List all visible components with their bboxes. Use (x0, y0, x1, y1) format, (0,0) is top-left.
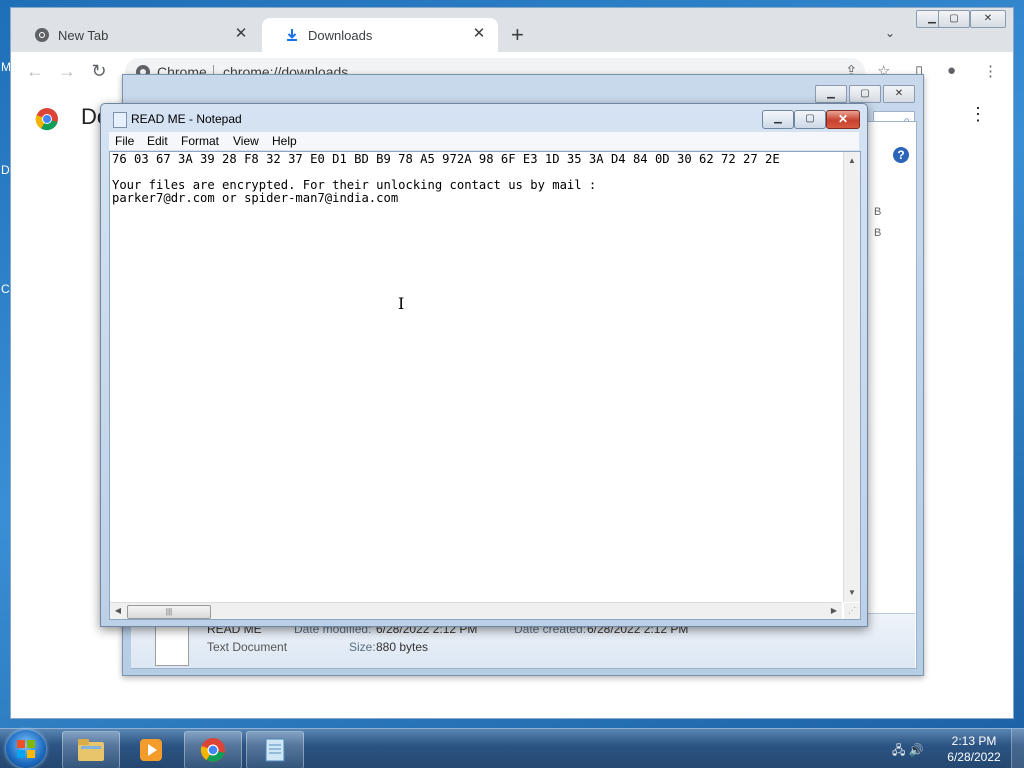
desktop-icon-label[interactable]: C (1, 282, 10, 296)
scroll-down-icon[interactable]: ▼ (844, 586, 860, 600)
show-desktop-button[interactable] (1011, 729, 1024, 768)
explorer-minimize-button[interactable]: ▁ (815, 85, 847, 103)
taskbar-chrome[interactable] (184, 731, 242, 768)
minimize-button[interactable]: ▁ (762, 110, 794, 129)
tab-label: Downloads (308, 28, 373, 43)
notepad-icon (113, 112, 127, 128)
menu-help[interactable]: Help (272, 134, 297, 148)
tray-network-volume-icon[interactable]: 🖧 🔊 (892, 741, 924, 762)
scroll-left-icon[interactable]: ◀ (110, 604, 126, 618)
taskbar-explorer[interactable] (62, 731, 120, 768)
close-tab-icon[interactable]: ✕ (232, 25, 250, 43)
chrome-icon (35, 28, 49, 42)
menu-icon[interactable]: ⋮ (983, 62, 998, 80)
text-cursor-icon: I (398, 294, 405, 313)
document-text[interactable]: 76 03 67 3A 39 28 F8 32 37 E0 D1 BD B9 7… (112, 153, 840, 205)
clock-date[interactable]: 6/28/2022 (944, 750, 1004, 764)
taskbar-notepad[interactable] (246, 731, 304, 768)
more-actions-icon[interactable]: ⋮ (969, 104, 987, 125)
menu-file[interactable]: File (115, 134, 134, 148)
new-tab-button[interactable]: + (511, 24, 524, 46)
menu-format[interactable]: Format (181, 134, 219, 148)
tab-strip: New Tab ✕ Downloads ✕ + ⌄ ▁ ▢ ✕ (11, 8, 1013, 52)
size-label: Size: (349, 640, 376, 654)
forward-icon[interactable]: → (57, 61, 77, 81)
back-icon[interactable]: ← (25, 61, 45, 81)
maximize-button[interactable]: ▢ (938, 10, 970, 28)
maximize-button[interactable]: ▢ (794, 110, 826, 129)
horizontal-scrollbar[interactable]: ◀ ||| ▶ (110, 602, 842, 619)
tab-label: New Tab (58, 28, 109, 43)
taskbar: 🖧 🔊 2:13 PM 6/28/2022 (0, 728, 1024, 768)
file-size: B (874, 206, 882, 218)
menu-edit[interactable]: Edit (147, 134, 168, 148)
text-editor[interactable]: 76 03 67 3A 39 28 F8 32 37 E0 D1 BD B9 7… (109, 151, 861, 620)
close-button[interactable]: ✕ (826, 110, 860, 129)
help-icon[interactable]: ? (893, 147, 909, 163)
explorer-close-button[interactable]: ✕ (883, 85, 915, 103)
scroll-up-icon[interactable]: ▲ (844, 154, 860, 168)
chrome-icon (200, 738, 225, 762)
file-size: B (874, 227, 882, 239)
tab-new-tab[interactable]: New Tab ✕ (12, 18, 260, 52)
menu-bar: File Edit Format View Help (109, 132, 859, 150)
close-tab-icon[interactable]: ✕ (470, 25, 488, 43)
media-player-icon (140, 739, 162, 761)
profile-icon[interactable]: ● (947, 62, 956, 79)
desktop-icon-label[interactable]: D (1, 163, 10, 177)
close-button[interactable]: ✕ (970, 10, 1006, 28)
folder-icon (78, 739, 104, 761)
tab-downloads[interactable]: Downloads ✕ (262, 18, 498, 52)
text-document-icon (155, 626, 189, 666)
menu-view[interactable]: View (233, 134, 259, 148)
taskbar-media-player[interactable] (122, 731, 180, 768)
notepad-window: READ ME - Notepad ▁ ▢ ✕ File Edit Format… (100, 103, 868, 627)
size-value: 880 bytes (376, 640, 429, 654)
desktop-icon-label[interactable]: M (1, 60, 11, 74)
download-icon (287, 29, 297, 41)
reload-icon[interactable]: ↻ (89, 61, 109, 81)
explorer-maximize-button[interactable]: ▢ (849, 85, 881, 103)
chrome-logo-icon (35, 108, 58, 131)
scroll-right-icon[interactable]: ▶ (826, 604, 842, 618)
window-title: READ ME - Notepad (131, 112, 242, 126)
vertical-scrollbar[interactable]: ▲ ▼ (843, 152, 860, 602)
notepad-icon (265, 738, 285, 762)
clock-time[interactable]: 2:13 PM (948, 734, 1000, 748)
tab-search-chevron-icon[interactable]: ⌄ (885, 26, 895, 40)
desktop: M D C New Tab ✕ Downloads ✕ + ⌄ ▁ ▢ ✕ ← … (0, 0, 1024, 768)
scroll-thumb[interactable]: ||| (127, 605, 211, 619)
windows-logo-icon (17, 740, 35, 758)
start-button[interactable] (6, 730, 46, 768)
resize-grip-icon[interactable]: ⋰ (844, 603, 860, 619)
file-type: Text Document (207, 640, 288, 654)
